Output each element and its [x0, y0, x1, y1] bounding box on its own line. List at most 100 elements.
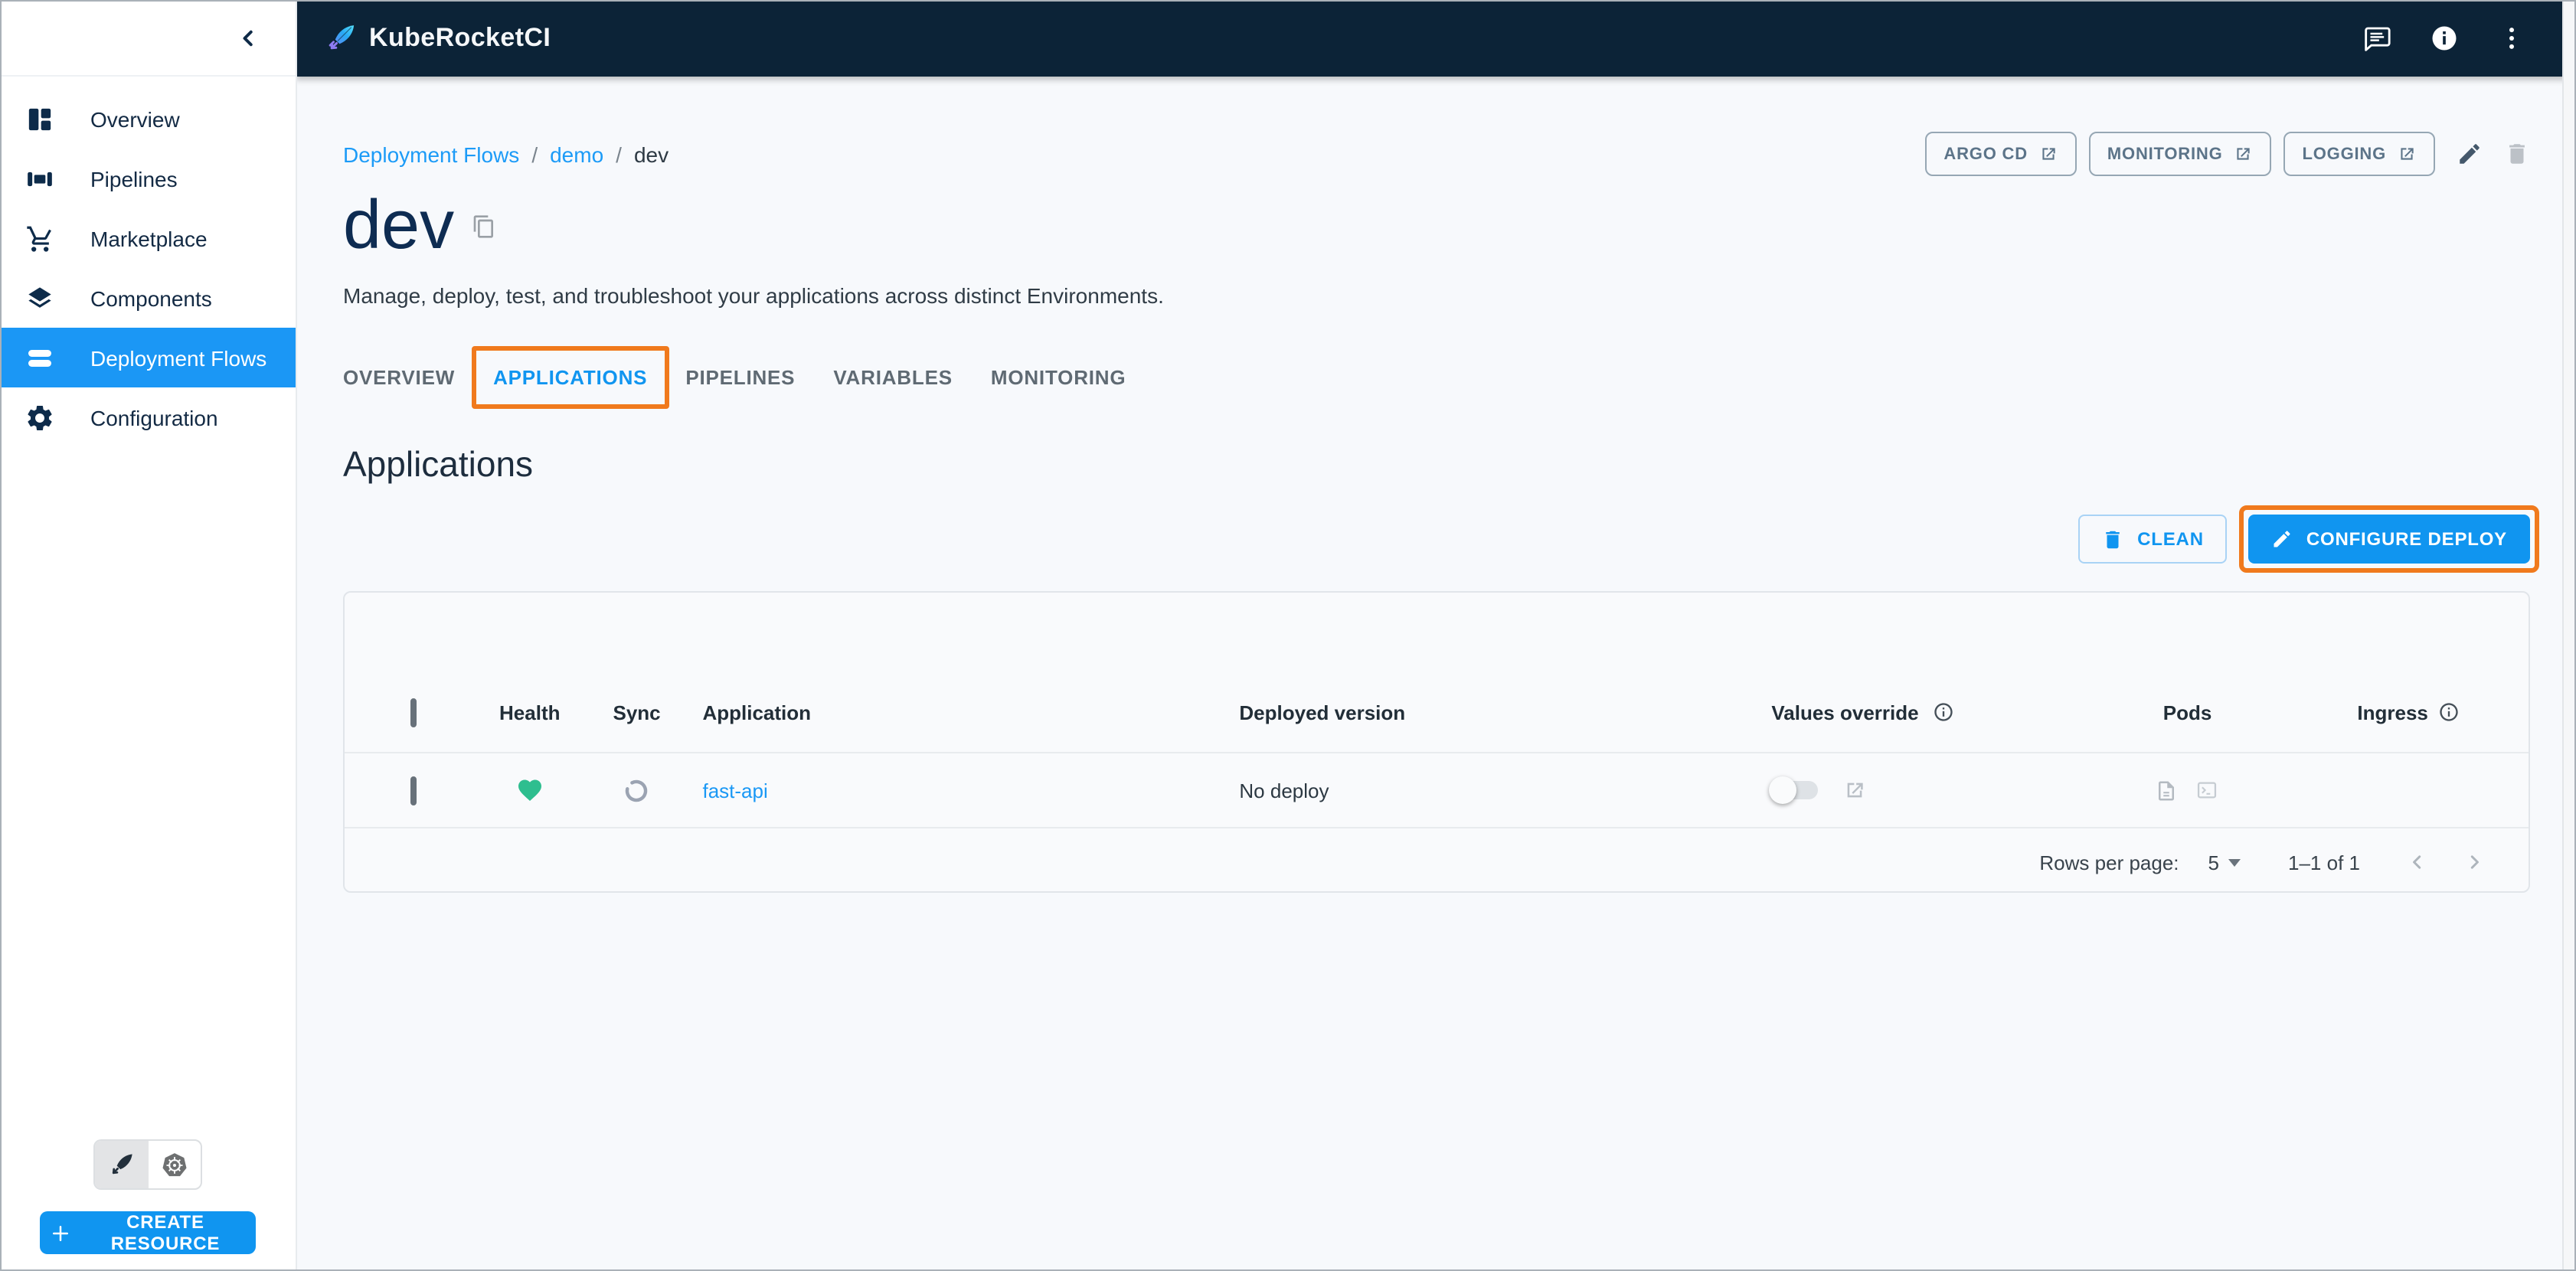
table-row: fast-api No deploy: [345, 753, 2529, 829]
previous-page-button[interactable]: [2404, 850, 2429, 874]
kuberocketci-logo-icon: [325, 21, 358, 55]
theme-option-kubernetes[interactable]: [148, 1141, 201, 1188]
dashboard-icon: [25, 103, 55, 134]
page-description: Manage, deploy, test, and troubleshoot y…: [343, 283, 1164, 308]
monitoring-link-button[interactable]: MONITORING: [2088, 132, 2272, 176]
sidebar-nav: Overview Pipelines Marketplace Component…: [0, 89, 296, 447]
clean-button[interactable]: CLEAN: [2077, 515, 2227, 564]
copy-icon: [471, 214, 495, 239]
health-healthy-heart-icon: [516, 776, 544, 804]
section-title: Applications: [343, 444, 534, 484]
rows-per-page-select[interactable]: 5: [2208, 851, 2241, 874]
header-values-override-label: Values override: [1771, 701, 1919, 724]
sidebar-item-label: Components: [90, 286, 212, 310]
breadcrumb-separator: /: [531, 142, 538, 167]
sidebar-item-label: Deployment Flows: [90, 345, 267, 370]
create-resource-button[interactable]: CREATE RESOURCE: [40, 1211, 256, 1254]
breadcrumb-deployment-flows[interactable]: Deployment Flows: [343, 142, 519, 167]
breadcrumb-current: dev: [633, 142, 669, 167]
argocd-link-button[interactable]: ARGO CD: [1925, 132, 2077, 176]
trash-icon: [2100, 528, 2123, 551]
tab-pipelines[interactable]: PIPELINES: [685, 366, 795, 389]
argocd-link-label: ARGO CD: [1943, 145, 2028, 163]
tab-applications[interactable]: APPLICATIONS: [472, 346, 669, 409]
external-link-icon: [2397, 144, 2417, 164]
brand[interactable]: KubeRocketCI: [325, 21, 551, 55]
sidebar-item-marketplace[interactable]: Marketplace: [0, 208, 296, 268]
open-values-external-link-icon[interactable]: [1842, 778, 1866, 802]
sidebar-item-overview[interactable]: Overview: [0, 89, 296, 149]
edit-flow-button[interactable]: [2457, 141, 2483, 167]
monitoring-link-label: MONITORING: [2107, 145, 2223, 163]
select-all-checkbox[interactable]: [410, 698, 417, 727]
external-link-icon: [2038, 144, 2058, 164]
tab-bar: OVERVIEW APPLICATIONS PIPELINES VARIABLE…: [343, 346, 2530, 409]
sidebar-item-label: Pipelines: [90, 166, 178, 191]
trash-icon: [2504, 141, 2530, 167]
header-deployed-version: Deployed version: [1239, 701, 1406, 724]
header-ingress: Ingress: [2274, 701, 2529, 724]
sidebar-item-components[interactable]: Components: [0, 268, 296, 328]
delete-flow-button[interactable]: [2504, 141, 2530, 167]
theme-option-kuberocketci[interactable]: [95, 1141, 148, 1188]
pagination-range: 1–1 of 1: [2288, 851, 2360, 874]
next-page-button[interactable]: [2463, 850, 2487, 874]
table-header-row: Health Sync Application Deployed version…: [345, 672, 2529, 754]
logging-link-label: LOGGING: [2302, 145, 2386, 163]
info-outline-icon[interactable]: [1933, 701, 1954, 723]
gear-icon: [25, 402, 55, 433]
theme-toggle-group: [93, 1139, 202, 1190]
collapse-sidebar-icon[interactable]: [234, 24, 262, 51]
chevron-down-icon: [2228, 858, 2241, 867]
tab-monitoring[interactable]: MONITORING: [991, 366, 1126, 389]
page-scrollbar[interactable]: [2562, 0, 2576, 1271]
breadcrumb-demo[interactable]: demo: [550, 142, 603, 167]
tab-variables[interactable]: VARIABLES: [833, 366, 953, 389]
sidebar-item-configuration[interactable]: Configuration: [0, 387, 296, 447]
sidebar-item-label: Marketplace: [90, 226, 208, 250]
stacked-bars-icon: [25, 342, 55, 373]
pod-logs-document-icon[interactable]: [2156, 779, 2179, 802]
breadcrumb-separator: /: [616, 142, 622, 167]
header-health: Health: [499, 701, 561, 724]
header-pods: Pods: [2162, 701, 2212, 724]
tab-overview[interactable]: OVERVIEW: [343, 366, 455, 389]
sidebar-item-pipelines[interactable]: Pipelines: [0, 149, 296, 208]
application-link[interactable]: fast-api: [702, 779, 767, 802]
deployed-version-cell: No deploy: [1239, 779, 1329, 802]
sidebar-item-deployment-flows[interactable]: Deployment Flows: [0, 328, 296, 387]
header-sync: Sync: [613, 701, 661, 724]
copy-name-button[interactable]: [471, 214, 495, 239]
external-link-icon: [2234, 144, 2254, 164]
kubernetes-wheel-icon: [159, 1149, 190, 1180]
configure-deploy-label: CONFIGURE DEPLOY: [2306, 528, 2507, 551]
rocket-feather-icon: [107, 1150, 136, 1179]
info-outline-icon[interactable]: [2439, 701, 2460, 723]
pod-terminal-icon[interactable]: [2195, 778, 2220, 802]
kebab-menu-icon[interactable]: [2496, 23, 2527, 54]
topbar: KubeRocketCI: [296, 0, 2576, 77]
clean-button-label: CLEAN: [2137, 528, 2204, 551]
rows-per-page-label: Rows per page:: [2039, 851, 2179, 874]
sidebar-item-label: Overview: [90, 106, 180, 131]
applications-table-card: Health Sync Application Deployed version…: [343, 591, 2530, 896]
header-application: Application: [702, 701, 812, 724]
page-title-row: dev: [343, 188, 2530, 262]
row-checkbox[interactable]: [410, 776, 417, 805]
plus-icon: [49, 1221, 72, 1244]
app-title: KubeRocketCI: [369, 23, 551, 52]
header-ingress-label: Ingress: [2357, 701, 2428, 724]
header-values-override: Values override: [1764, 701, 2100, 724]
feedback-chat-icon[interactable]: [2362, 23, 2392, 54]
app-window: Overview Pipelines Marketplace Component…: [0, 0, 2576, 1271]
values-override-toggle[interactable]: [1768, 776, 1820, 805]
main-content: ARGO CD MONITORING LOGGING Deployment Fl…: [296, 77, 2576, 1271]
logging-link-button[interactable]: LOGGING: [2283, 132, 2435, 176]
layers-icon: [25, 283, 55, 313]
pipelines-icon: [25, 163, 55, 194]
table-pagination: Rows per page: 5 1–1 of 1: [345, 828, 2529, 896]
info-icon[interactable]: [2429, 23, 2460, 54]
configure-deploy-button[interactable]: CONFIGURE DEPLOY: [2238, 505, 2540, 573]
pencil-icon: [2457, 141, 2483, 167]
topbar-actions: [2362, 23, 2527, 54]
